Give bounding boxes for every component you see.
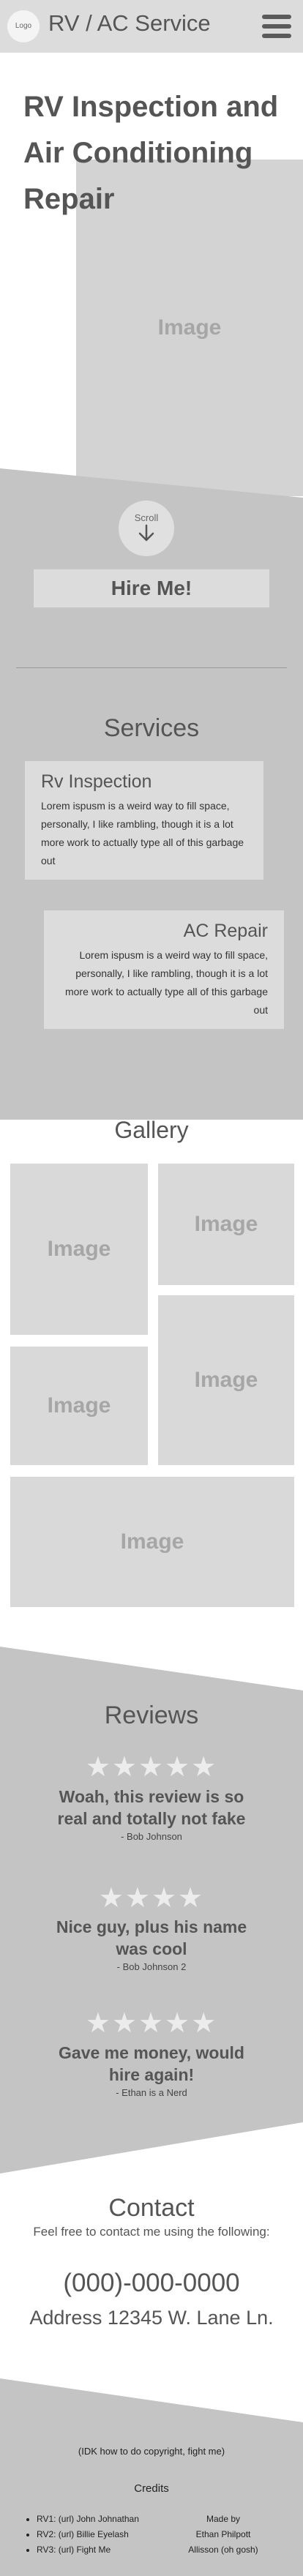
- scroll-label: Scroll: [134, 512, 159, 523]
- copyright-text: (IDK how to do copyright, fight me): [78, 2446, 225, 2457]
- divider: [16, 667, 287, 668]
- star-rating-icon: ★★★★★: [85, 2008, 218, 2039]
- contact-address[interactable]: Address 12345 W. Lane Ln.: [0, 2307, 303, 2329]
- reviews-heading: Reviews: [104, 1701, 199, 1729]
- gallery-image[interactable]: Image: [10, 1164, 148, 1335]
- service-card-rv-inspection: Rv Inspection Lorem ispusm is a weird wa…: [25, 761, 263, 880]
- site-title[interactable]: RV / AC Service: [48, 10, 211, 37]
- arrow-down-icon: [138, 524, 154, 542]
- gallery-image[interactable]: Image: [10, 1477, 294, 1607]
- review-text: Nice guy, plus his name was cool: [56, 1917, 247, 1958]
- credits-heading: Credits: [134, 2482, 169, 2495]
- author-name: Allisson (oh gosh): [188, 2545, 258, 2555]
- author-name: Ethan Philpott: [195, 2529, 251, 2539]
- hamburger-menu-icon[interactable]: [262, 15, 291, 38]
- gallery-image[interactable]: Image: [158, 1164, 294, 1285]
- contact-intro: Feel free to contact me using the follow…: [33, 2225, 270, 2239]
- service-description: Lorem ispusm is a weird way to fill spac…: [64, 949, 268, 1016]
- credit-link[interactable]: RV1: (url) John Johnathan: [37, 2512, 139, 2527]
- contact-phone[interactable]: (000)-000-0000: [0, 2269, 303, 2298]
- gallery-image[interactable]: Image: [158, 1295, 294, 1465]
- star-rating-icon: ★★★★★: [85, 1752, 218, 1783]
- made-by: Made by Ethan Philpott Allisson (oh gosh…: [183, 2512, 263, 2558]
- service-title: AC Repair: [183, 921, 268, 941]
- credit-link[interactable]: RV2: (url) Billie Eyelash: [37, 2527, 139, 2542]
- hero-title: RV Inspection and Air Conditioning Repai…: [23, 91, 279, 215]
- gallery-image[interactable]: Image: [10, 1347, 148, 1465]
- hire-me-button[interactable]: Hire Me!: [34, 569, 269, 607]
- review-author: - Bob Johnson: [121, 1831, 182, 1842]
- gallery-heading: Gallery: [114, 1117, 189, 1143]
- review-author: - Ethan is a Nerd: [116, 2087, 187, 2098]
- service-title: Rv Inspection: [41, 771, 152, 792]
- review-author: - Bob Johnson 2: [116, 1961, 187, 1972]
- logo[interactable]: Logo: [7, 10, 40, 42]
- credit-link[interactable]: RV3: (url) Fight Me: [37, 2542, 139, 2558]
- credits-list: RV1: (url) John Johnathan RV2: (url) Bil…: [22, 2512, 139, 2558]
- contact-heading: Contact: [108, 2194, 195, 2222]
- scroll-button[interactable]: Scroll: [119, 501, 174, 556]
- service-card-ac-repair: AC Repair Lorem ispusm is a weird way to…: [44, 910, 284, 1029]
- services-heading: Services: [103, 714, 200, 742]
- star-rating-icon: ★★★★: [98, 1883, 205, 1914]
- service-description: Lorem ispusm is a weird way to fill spac…: [41, 800, 244, 866]
- review-text: Gave me money, would hire again!: [59, 2043, 244, 2084]
- review-text: Woah, this review is so real and totally…: [57, 1787, 246, 1828]
- made-by-label: Made by: [206, 2514, 241, 2524]
